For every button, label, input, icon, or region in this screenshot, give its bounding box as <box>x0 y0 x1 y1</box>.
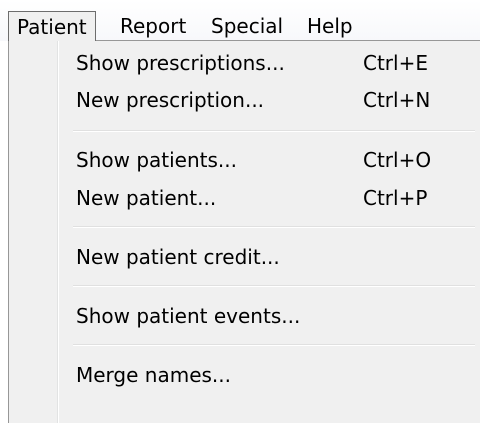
menu-special[interactable]: Special <box>199 11 293 41</box>
menu-separator <box>73 285 475 287</box>
menu-item-show-patients[interactable]: Show patients... Ctrl+O <box>9 141 479 179</box>
menu-item-label: Show patient events... <box>76 304 301 328</box>
menu-separator <box>73 226 475 228</box>
menu-item-label: Merge names... <box>76 363 231 387</box>
menu-item-new-prescription[interactable]: New prescription... Ctrl+N <box>9 81 479 119</box>
menu-item-label: New patient credit... <box>76 245 280 269</box>
menu-item-show-patient-events[interactable]: Show patient events... <box>9 297 479 335</box>
menu-item-shortcut: Ctrl+N <box>363 88 431 112</box>
menu-bar: Patient Report Special Help <box>0 0 480 41</box>
menu-item-show-prescriptions[interactable]: Show prescriptions... Ctrl+E <box>9 44 479 82</box>
menu-item-shortcut: Ctrl+E <box>363 51 428 75</box>
menu-item-label: New patient... <box>76 186 217 210</box>
menu-item-merge-names[interactable]: Merge names... <box>9 356 479 394</box>
menu-item-shortcut: Ctrl+O <box>363 148 432 172</box>
menu-separator <box>73 344 475 346</box>
menu-item-new-patient[interactable]: New patient... Ctrl+P <box>9 179 479 217</box>
menu-item-label: New prescription... <box>76 88 265 112</box>
menu-help[interactable]: Help <box>295 11 363 41</box>
menu-patient[interactable]: Patient <box>8 11 96 41</box>
menu-item-shortcut: Ctrl+P <box>363 186 428 210</box>
patient-dropdown-menu: Show prescriptions... Ctrl+E New prescri… <box>8 40 480 423</box>
menu-report[interactable]: Report <box>108 11 196 41</box>
menu-item-new-patient-credit[interactable]: New patient credit... <box>9 238 479 276</box>
menu-separator <box>73 130 475 132</box>
menu-item-label: Show prescriptions... <box>76 51 285 75</box>
menu-item-label: Show patients... <box>76 148 237 172</box>
